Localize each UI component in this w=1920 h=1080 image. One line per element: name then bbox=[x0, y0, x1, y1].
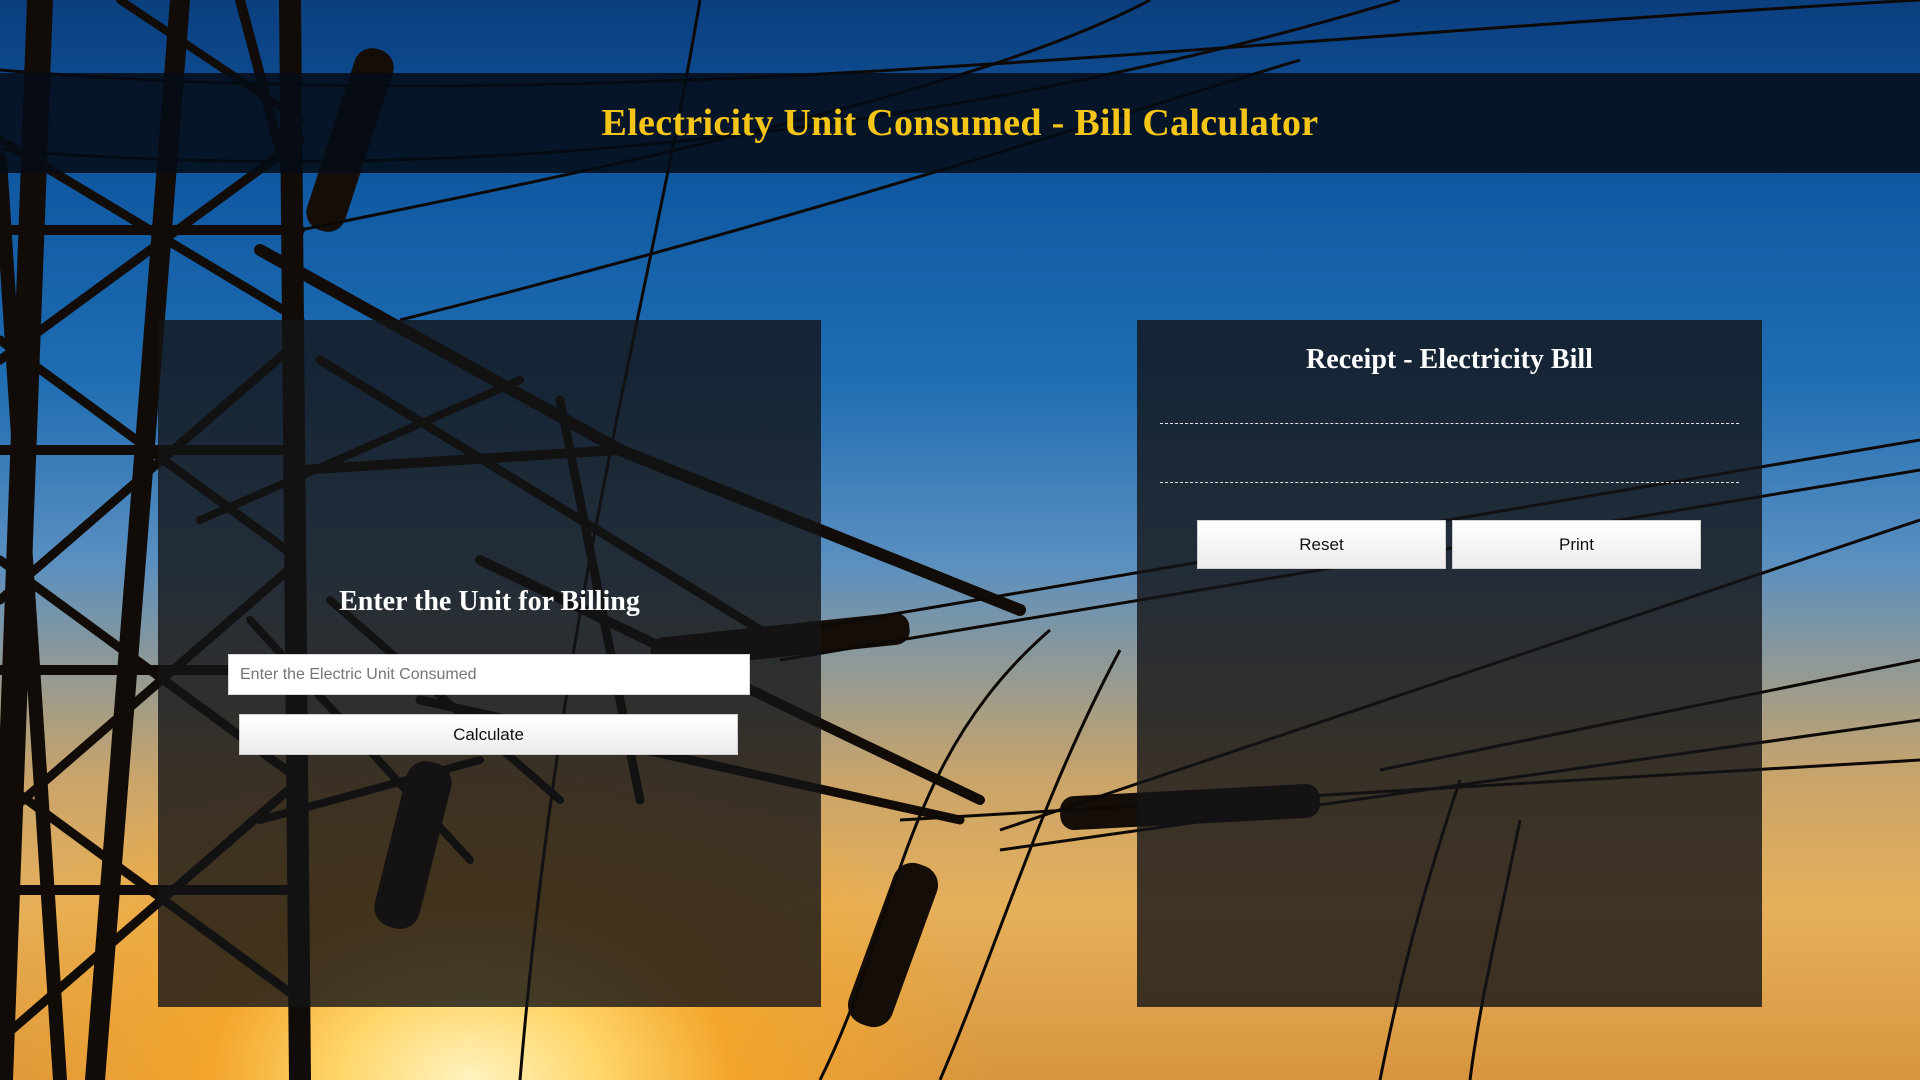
print-button[interactable]: Print bbox=[1452, 520, 1701, 569]
receipt-heading: Receipt - Electricity Bill bbox=[1306, 344, 1593, 375]
input-panel-heading: Enter the Unit for Billing bbox=[339, 586, 640, 617]
receipt-content bbox=[1160, 430, 1739, 474]
receipt-divider-top bbox=[1160, 423, 1739, 424]
calculate-button[interactable]: Calculate bbox=[239, 714, 738, 755]
page-title: Electricity Unit Consumed - Bill Calcula… bbox=[601, 102, 1319, 144]
receipt-divider-bottom bbox=[1160, 482, 1739, 483]
header-bar: Electricity Unit Consumed - Bill Calcula… bbox=[0, 73, 1920, 173]
receipt-panel: Receipt - Electricity Bill Reset Print bbox=[1137, 320, 1762, 1007]
electric-unit-input[interactable] bbox=[228, 654, 750, 695]
reset-button[interactable]: Reset bbox=[1197, 520, 1446, 569]
unit-input-panel: Enter the Unit for Billing Calculate bbox=[158, 320, 821, 1007]
